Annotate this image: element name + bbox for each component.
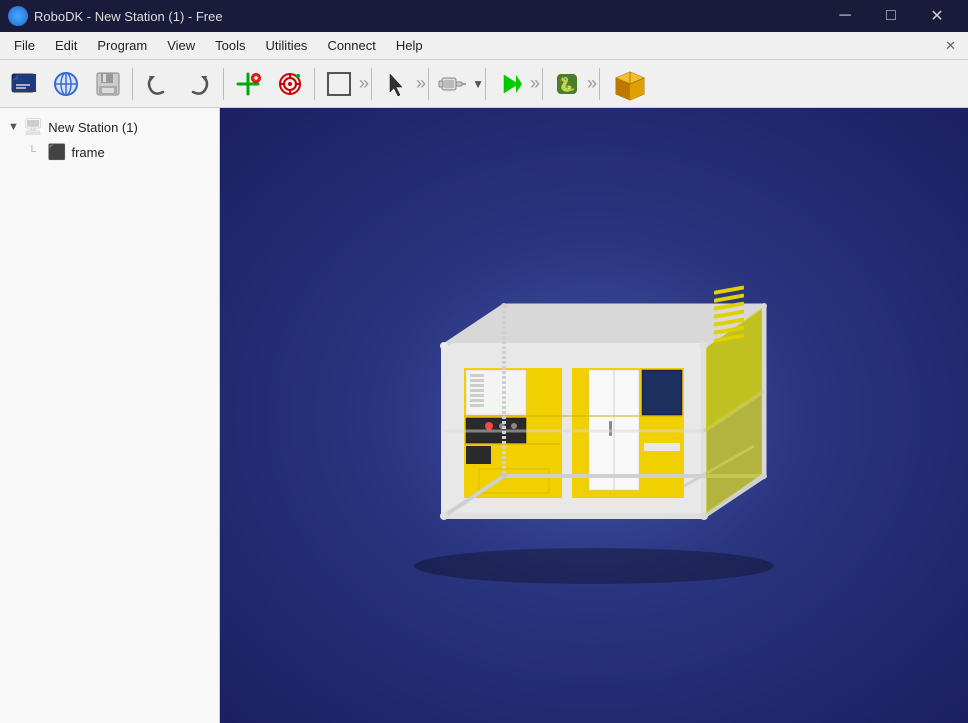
window-title: RoboDK - New Station (1) - Free (34, 9, 822, 24)
open-file-button[interactable] (4, 64, 44, 104)
toolbar-separator-1 (132, 68, 133, 100)
toolbar-separator-2 (223, 68, 224, 100)
toolbar-more-3[interactable]: » (532, 66, 538, 102)
expand-arrow[interactable]: ▼ (8, 121, 19, 133)
toolbar-more-2[interactable]: » (418, 66, 424, 102)
menu-close-btn[interactable]: ✕ (945, 38, 964, 54)
toolbar-separator-4 (371, 68, 372, 100)
toolbar-more-4[interactable]: » (589, 66, 595, 102)
tree-line: └ (28, 146, 36, 158)
tree-station[interactable]: ▼ 🖥 New Station (1) (0, 114, 219, 140)
frame-label: frame (71, 145, 104, 160)
toolbar: » » ▼ » 🐍 » (0, 60, 968, 108)
save-button[interactable] (88, 64, 128, 104)
frame-icon: ⬛ (48, 143, 67, 161)
package-button[interactable] (604, 64, 656, 104)
python-button[interactable]: 🐍 (547, 64, 587, 104)
menu-program[interactable]: Program (87, 34, 157, 57)
tree-panel: ▼ 🖥 New Station (1) └ ⬛ frame (0, 108, 220, 723)
station-icon: 🖥 (23, 117, 43, 137)
menu-help[interactable]: Help (386, 34, 433, 57)
menu-connect[interactable]: Connect (317, 34, 385, 57)
select-cursor-button[interactable] (376, 64, 416, 104)
viewport[interactable] (220, 108, 968, 723)
open-web-button[interactable] (46, 64, 86, 104)
app-icon (8, 6, 28, 26)
close-button[interactable]: ✕ (914, 0, 960, 32)
main-area: ▼ 🖥 New Station (1) └ ⬛ frame (0, 108, 968, 723)
play-button[interactable] (490, 64, 530, 104)
toolbar-separator-6 (485, 68, 486, 100)
3d-scene (344, 246, 844, 586)
add-item-button[interactable] (228, 64, 268, 104)
menu-file[interactable]: File (4, 34, 45, 57)
undo-button[interactable] (137, 64, 177, 104)
minimize-button[interactable]: ─ (822, 0, 868, 32)
svg-text:🐍: 🐍 (558, 76, 575, 93)
menu-tools[interactable]: Tools (205, 34, 255, 57)
toolbar-separator-7 (542, 68, 543, 100)
fullscreen-button[interactable] (319, 64, 359, 104)
robot-tool-button[interactable] (433, 64, 473, 104)
titlebar: RoboDK - New Station (1) - Free ─ □ ✕ (0, 0, 968, 32)
maximize-button[interactable]: □ (868, 0, 914, 32)
toolbar-dropdown-1[interactable]: ▼ (475, 66, 481, 102)
station-label: New Station (1) (48, 120, 138, 135)
add-target-button[interactable] (270, 64, 310, 104)
menu-view[interactable]: View (157, 34, 205, 57)
redo-button[interactable] (179, 64, 219, 104)
window-controls: ─ □ ✕ (822, 0, 960, 32)
tree-frame[interactable]: └ ⬛ frame (0, 140, 219, 164)
3d-model-svg (344, 246, 844, 586)
menubar: File Edit Program View Tools Utilities C… (0, 32, 968, 60)
menu-edit[interactable]: Edit (45, 34, 87, 57)
toolbar-separator-8 (599, 68, 600, 100)
menu-utilities[interactable]: Utilities (256, 34, 318, 57)
toolbar-more-1[interactable]: » (361, 66, 367, 102)
toolbar-separator-3 (314, 68, 315, 100)
toolbar-separator-5 (428, 68, 429, 100)
